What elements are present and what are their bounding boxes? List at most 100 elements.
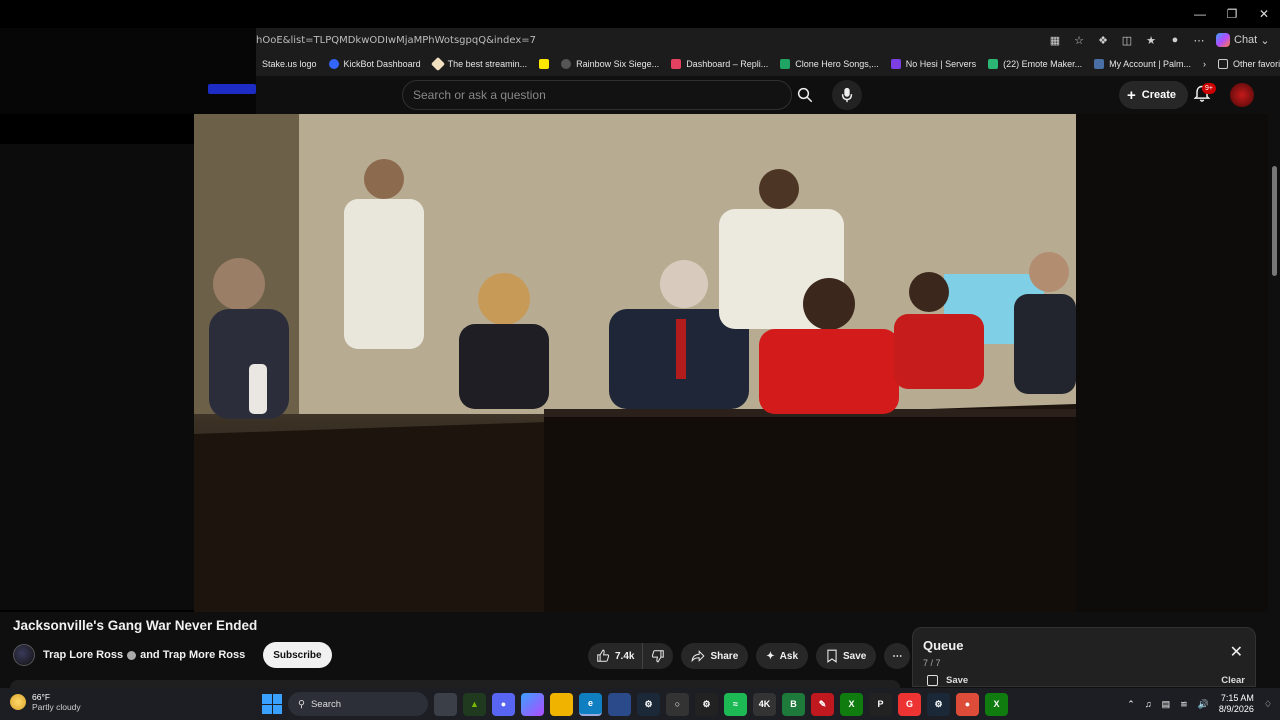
verified-icon [127, 650, 137, 660]
ask-button[interactable]: ✦ Ask [756, 643, 809, 669]
windows-start-icon[interactable] [262, 694, 282, 714]
bookmark-item[interactable]: Rainbow Six Siege... [555, 59, 665, 69]
bookmark-item[interactable]: (22) Emote Maker... [982, 59, 1088, 69]
obs-icon[interactable]: ○ [666, 692, 689, 716]
steam-alt-icon[interactable]: ⚙ [927, 692, 950, 716]
bookmark-item[interactable]: Dashboard – Repli... [665, 59, 774, 69]
more-actions-button[interactable]: ⋯ [884, 643, 911, 669]
copilot-app-icon[interactable] [521, 692, 544, 716]
thumbs-down-icon [652, 650, 665, 663]
favorite-star-icon[interactable]: ☆ [1072, 34, 1086, 47]
close-queue-icon[interactable]: ✕ [1230, 642, 1243, 662]
share-icon [691, 650, 706, 663]
bookmark-item[interactable] [533, 59, 555, 69]
bookmarks-overflow-icon[interactable]: › [1197, 59, 1212, 69]
search-button[interactable] [790, 80, 820, 110]
b-app-icon[interactable]: B [782, 692, 805, 716]
microphone-icon [841, 87, 853, 103]
discord-icon[interactable]: ● [492, 692, 515, 716]
other-favorites[interactable]: Other favorites [1212, 59, 1280, 69]
minimize-icon[interactable]: — [1184, 0, 1216, 28]
dislike-button[interactable] [643, 643, 673, 669]
copilot-chat-button[interactable]: Chat [1216, 33, 1257, 47]
edge-icon[interactable]: e [579, 692, 602, 716]
subscribe-button[interactable]: Subscribe [263, 642, 332, 668]
page-scrollbar[interactable] [1268, 76, 1280, 686]
bookmark-icon [890, 59, 901, 69]
weather-widget[interactable]: 66°F Partly cloudy [10, 692, 81, 712]
xbox-app-icon[interactable]: X [985, 692, 1008, 716]
bookmark-item[interactable]: KickBot Dashboard [323, 59, 427, 69]
red-app-icon[interactable]: ✎ [811, 692, 834, 716]
notification-bell-icon[interactable]: ♢ [1264, 699, 1272, 710]
queue-title: Queue [923, 638, 964, 653]
bookmark-item[interactable]: Stake.us logo [256, 59, 323, 69]
network-icon[interactable]: ≌ [1180, 699, 1188, 710]
favorites-icon[interactable]: ★ [1144, 34, 1158, 47]
volume-icon[interactable]: 🔊 [1198, 699, 1209, 710]
spotify-icon[interactable]: ≈ [724, 692, 747, 716]
settings-icon[interactable]: ⚙ [695, 692, 718, 716]
video-actions: 7.4k Share ✦ Ask Save ⋯ [588, 643, 911, 669]
chrome-icon[interactable]: ● [956, 692, 979, 716]
collab-channel-name[interactable]: and Trap More Ross [140, 649, 245, 661]
notification-count-badge: 9+ [1202, 83, 1216, 94]
url-field[interactable]: hOoE&list=TLPQMDkwODIwMjaMPhWotsgpqQ&ind… [256, 35, 1048, 46]
taskbar-apps: ⚲ Search ▲ ● e ⚙ ○ ⚙ ≈ 4K B ✎ X P G ⚙ ● … [262, 691, 1008, 717]
bookmark-icon [671, 59, 682, 69]
video-letterbox-left [0, 144, 194, 610]
channel-avatar[interactable] [13, 644, 35, 666]
apps-icon[interactable]: ▦ [1048, 34, 1062, 47]
extensions-icon[interactable]: ❖ [1096, 34, 1110, 47]
close-window-icon[interactable]: ✕ [1248, 0, 1280, 28]
system-tray: ⌃ ♫ ▤ ≌ 🔊 7:15 AM 8/9/2026 ♢ [1127, 691, 1272, 717]
mic-tray-icon[interactable]: ♫ [1145, 699, 1152, 709]
restore-icon[interactable]: ❐ [1216, 0, 1248, 28]
display-tray-icon[interactable]: ▤ [1162, 699, 1171, 710]
taskbar-search[interactable]: ⚲ Search [288, 692, 428, 716]
save-button[interactable]: Save [816, 643, 877, 669]
bookmark-item[interactable]: No Hesi | Servers [885, 59, 982, 69]
channel-name[interactable]: Trap Lore Ross [43, 649, 123, 661]
like-dislike-group: 7.4k [588, 643, 674, 669]
bookmark-item[interactable]: The best streamin... [427, 56, 534, 72]
bookmark-item[interactable]: Clone Hero Songs,... [774, 59, 885, 69]
folder-icon [1218, 59, 1229, 69]
search-input[interactable]: Search or ask a question [402, 80, 792, 110]
scroll-thumb[interactable] [1272, 166, 1277, 276]
profile-icon[interactable]: ● [1168, 34, 1182, 46]
queue-clear-button[interactable]: Clear [1221, 675, 1245, 686]
4k-app-icon[interactable]: 4K [753, 692, 776, 716]
clock[interactable]: 7:15 AM 8/9/2026 [1219, 693, 1254, 715]
task-view-icon[interactable] [434, 692, 457, 716]
file-explorer-icon[interactable] [550, 692, 573, 716]
voice-search-button[interactable] [832, 80, 862, 110]
more-icon[interactable]: ⋯ [1192, 34, 1206, 47]
nvidia-icon[interactable]: ▲ [463, 692, 486, 716]
video-player[interactable] [0, 114, 1268, 612]
thumbs-up-icon [597, 649, 610, 662]
capcut-icon[interactable]: P [869, 692, 892, 716]
window-controls: — ❐ ✕ [0, 0, 1280, 28]
queue-save-button[interactable]: Save [927, 675, 968, 686]
more-horizontal-icon: ⋯ [892, 650, 903, 662]
store-icon[interactable] [608, 692, 631, 716]
sidebar-toggle-icon[interactable]: ⌄ [1258, 34, 1272, 47]
queue-panel: Queue 7 / 7 ✕ Save Clear [912, 627, 1256, 687]
like-button[interactable]: 7.4k [588, 643, 644, 669]
windows-taskbar: 66°F Partly cloudy ⚲ Search ▲ ● e ⚙ ○ ⚙ … [0, 688, 1280, 720]
search-icon: ⚲ [298, 698, 305, 710]
split-screen-icon[interactable]: ◫ [1120, 34, 1134, 47]
share-button[interactable]: Share [681, 643, 749, 669]
account-avatar[interactable] [1230, 83, 1254, 107]
g-app-icon[interactable]: G [898, 692, 921, 716]
create-button[interactable]: + Create [1119, 81, 1189, 109]
bookmark-item[interactable]: My Account | Palm... [1088, 59, 1197, 69]
tray-overflow-icon[interactable]: ⌃ [1127, 699, 1135, 710]
xbox-icon[interactable]: X [840, 692, 863, 716]
video-frame[interactable] [194, 114, 1076, 612]
channel-names[interactable]: Trap Lore Ross and Trap More Ross [43, 649, 245, 661]
video-letterbox-right [1076, 114, 1268, 612]
bookmark-icon [561, 59, 572, 69]
steam-icon[interactable]: ⚙ [637, 692, 660, 716]
